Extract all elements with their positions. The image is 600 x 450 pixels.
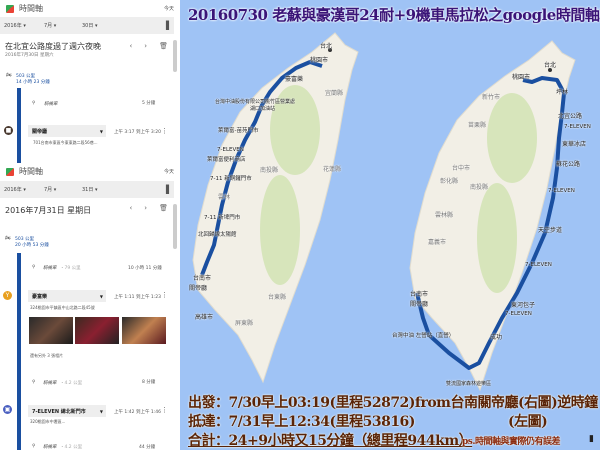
map-label: 台南市 — [410, 291, 429, 298]
map-label: 台東縣 — [268, 294, 287, 301]
arrival-note: (左圖) — [508, 414, 548, 430]
map-label: 關帝廳 — [189, 285, 208, 292]
map-label: 成功 — [490, 334, 503, 341]
map-label: 蘇花公路 — [556, 161, 581, 168]
map-label: 雲林 — [218, 194, 231, 201]
total-text: 合計：24+9小時又15分鐘（總里程944km） — [188, 433, 473, 449]
map-label: 東華冰店 — [562, 141, 587, 148]
map-label: 7-ELEVEN — [525, 262, 552, 268]
map-label: 台北 — [544, 62, 557, 69]
map-label: 萊爾富便利商店 — [207, 157, 246, 163]
map-label: 高雄市 — [195, 314, 214, 321]
map-label: 7-ELEVEN — [217, 147, 244, 153]
map-label: 7-ELEVEN — [505, 311, 532, 317]
map-label: 苗栗縣 — [468, 122, 487, 129]
map-label: 7-11 新銅鑼門市 — [210, 176, 252, 182]
mountain-area — [260, 175, 300, 285]
map-label: 北宜公路 — [558, 113, 583, 120]
map-label: 彰化縣 — [440, 178, 459, 185]
map-label: 南投縣 — [470, 184, 489, 191]
map-label: 7-ELEVEN — [564, 124, 591, 130]
map-label: 7-11 新埤門市 — [204, 215, 241, 221]
map-label: 台北 — [320, 43, 333, 50]
map-label: 台灣中油 左營站（直營） — [392, 333, 455, 339]
map-label: 湖口加油站 — [250, 106, 276, 112]
map-label: 台南市 — [193, 275, 212, 282]
map-label: 嘉義市 — [428, 239, 447, 246]
map-label: 7-ELEVEN — [548, 188, 575, 194]
map-label: 桃園市 — [512, 74, 531, 81]
taiwan-maps — [192, 32, 576, 391]
mountain-area — [487, 93, 537, 183]
map-label: 宜蘭縣 — [325, 90, 344, 97]
map-label: 雲林縣 — [435, 212, 454, 219]
left-map — [192, 32, 359, 383]
mountain-area — [477, 183, 517, 293]
map-label: 東河包子 — [511, 302, 536, 309]
map-label: 雙流國家森林遊樂區 — [446, 381, 492, 387]
map-label: 坪林 — [556, 89, 569, 96]
map-label: 桃園市 — [310, 57, 329, 64]
map-label: 關帝廳 — [410, 301, 429, 308]
arrival-text: 抵達：7/31早上12:34(里程53816) — [188, 414, 415, 430]
trash-icon: ▮ — [589, 434, 594, 444]
map-label: 台中市 — [452, 165, 471, 172]
map-label: 屏東縣 — [235, 320, 254, 327]
footnote-text: ps.時間軸與實際仍有誤差 — [462, 437, 561, 447]
poster-title: 20160730 老蘇與豪漢哥24耐+9機車馬拉松之google時間軸軌跡 — [188, 6, 600, 24]
map-label: 北回歸線太陽館 — [198, 232, 237, 238]
map-label: 豪富樂 — [285, 76, 304, 83]
map-label: 花蓮縣 — [323, 166, 342, 173]
map-label: 台灣中油股份有限公司桃竹區營業處 — [215, 99, 296, 105]
map-label: 新竹市 — [482, 94, 501, 101]
map-label: 萊爾富-苗苑門市 — [218, 128, 259, 134]
map-label: 南投縣 — [260, 167, 279, 174]
map-label: 天空步道 — [538, 227, 563, 234]
departure-text: 出發：7/30早上03:19(里程52872)from台南關帝廳(右圖)逆時鐘 — [188, 395, 598, 411]
